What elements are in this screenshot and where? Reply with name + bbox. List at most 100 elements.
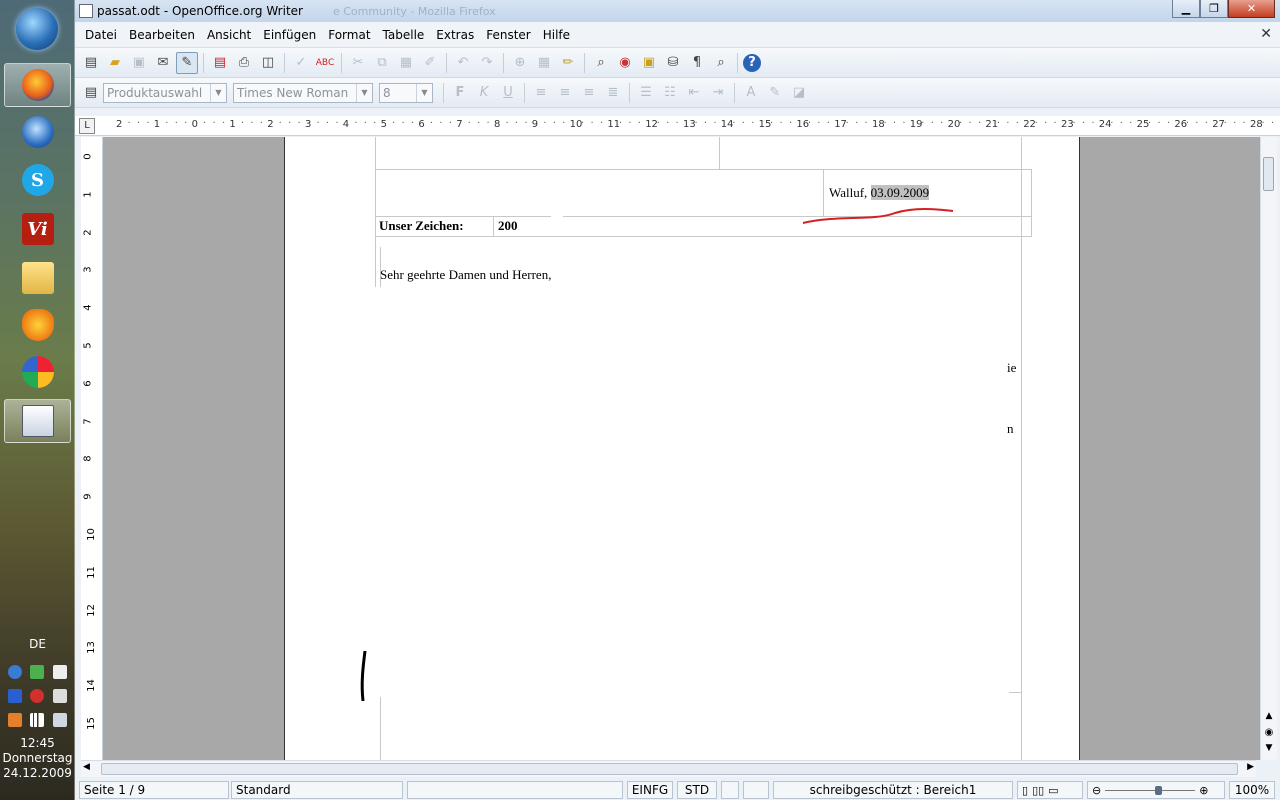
zoom-out-icon[interactable]: ⊖ [1092, 784, 1101, 797]
font-color-icon[interactable]: A [740, 82, 762, 104]
taskbar-skype[interactable]: S [4, 158, 71, 202]
language-indicator-status[interactable] [407, 781, 623, 799]
network-globe-icon[interactable] [8, 665, 23, 679]
minimize-button[interactable]: ▁ [1172, 0, 1200, 18]
network-error-icon[interactable] [52, 689, 67, 703]
menu-tabelle[interactable]: Tabelle [377, 28, 431, 42]
chevron-down-icon[interactable]: ▼ [356, 83, 372, 102]
table-icon[interactable]: ▦ [533, 52, 555, 74]
signature-indicator[interactable] [743, 781, 769, 799]
paragraph-style-combo[interactable]: Produktauswahl ▼ [103, 82, 227, 103]
gallery-icon[interactable]: ▣ [638, 52, 660, 74]
date-field[interactable]: 03.09.2009 [870, 185, 930, 200]
zoom-in-icon[interactable]: ⊕ [1199, 784, 1208, 797]
bluetooth-icon[interactable] [8, 689, 23, 703]
numbering-icon[interactable]: ☰ [635, 82, 657, 104]
formatting-marks-icon[interactable]: ¶ [686, 52, 708, 74]
bullets-icon[interactable]: ☷ [659, 82, 681, 104]
page-indicator[interactable]: Seite 1 / 9 [79, 781, 229, 799]
document-workspace[interactable]: Walluf, 03.09.2009 Unser Zeichen: 200 Se… [103, 137, 1260, 760]
copy-icon[interactable]: ⧉ [371, 52, 393, 74]
zoom-icon[interactable]: ⌕ [710, 52, 732, 74]
redo-icon[interactable]: ↷ [476, 52, 498, 74]
zoom-slider[interactable]: ⊖ ⊕ [1087, 781, 1225, 799]
close-button[interactable]: ✕ [1228, 0, 1275, 18]
email-icon[interactable]: ✉ [152, 52, 174, 74]
taskbar-writer[interactable] [4, 399, 71, 443]
zoom-slider-track[interactable] [1105, 785, 1196, 795]
navigation-circle-icon[interactable]: ◉ [1262, 727, 1276, 740]
title-bar[interactable]: passat.odt - OpenOffice.org Writer e Com… [75, 0, 1280, 22]
menu-einfuegen[interactable]: Einfügen [257, 28, 322, 42]
page-style-indicator[interactable]: Standard [231, 781, 403, 799]
menu-format[interactable]: Format [322, 28, 376, 42]
reference-value[interactable]: 200 [498, 218, 518, 234]
section-indicator[interactable]: schreibgeschützt : Bereich1 [773, 781, 1013, 799]
taskbar-vi[interactable]: Vi [4, 207, 71, 251]
zoom-percent[interactable]: 100% [1229, 781, 1275, 799]
save-icon[interactable]: ▣ [128, 52, 150, 74]
hyperlink-icon[interactable]: ⊕ [509, 52, 531, 74]
scroll-right-icon[interactable]: ▶ [1247, 762, 1254, 772]
tab-stop-selector[interactable]: L [79, 118, 95, 134]
cut-icon[interactable]: ✂ [347, 52, 369, 74]
font-name-combo[interactable]: Times New Roman ▼ [233, 82, 373, 103]
format-paintbrush-icon[interactable]: ✐ [419, 52, 441, 74]
language-indicator[interactable]: DE [0, 637, 75, 651]
increase-indent-icon[interactable]: ⇥ [707, 82, 729, 104]
new-document-icon[interactable]: ▤ [80, 52, 102, 74]
autospell-icon[interactable]: ABC [314, 52, 336, 74]
zoom-slider-thumb[interactable] [1155, 785, 1163, 795]
chevron-down-icon[interactable]: ▼ [210, 83, 226, 102]
antivirus-icon[interactable] [30, 689, 45, 703]
vertical-scrollbar[interactable]: ▲ ◉ ▼ [1260, 137, 1277, 760]
taskbar-firefox[interactable] [4, 63, 71, 107]
document-page[interactable]: Walluf, 03.09.2009 Unser Zeichen: 200 Se… [284, 137, 1080, 760]
signal-icon[interactable] [30, 713, 45, 727]
highlighting-icon[interactable]: ✎ [764, 82, 786, 104]
scroll-thumb[interactable] [101, 763, 1238, 775]
book-view-icon[interactable]: ▭ [1048, 784, 1058, 797]
font-size-combo[interactable]: 8 ▼ [379, 82, 433, 103]
horizontal-ruler[interactable]: L 2 · · · 1 · · · 0 · · · 1 · · · 2 · · · 3 · · · 4 · · · 5 · · · 6 · · · 7 ·… [75, 116, 1280, 136]
align-right-icon[interactable]: ≡ [578, 82, 600, 104]
align-left-icon[interactable]: ≡ [530, 82, 552, 104]
taskbar-explorer[interactable] [4, 256, 71, 300]
previous-page-icon[interactable]: ▲ [1262, 711, 1276, 724]
menu-ansicht[interactable]: Ansicht [201, 28, 257, 42]
device-icon[interactable] [52, 665, 67, 679]
help-icon[interactable]: ? [743, 53, 761, 72]
selection-mode-indicator[interactable]: STD [677, 781, 717, 799]
print-preview-icon[interactable]: ◫ [257, 52, 279, 74]
volume-icon[interactable] [52, 713, 67, 727]
print-icon[interactable]: ⎙ [233, 52, 255, 74]
undo-icon[interactable]: ↶ [452, 52, 474, 74]
align-center-icon[interactable]: ≡ [554, 82, 576, 104]
vertical-ruler[interactable]: 0 1 2 3 4 5 6 7 8 9 10 11 12 13 14 15 [81, 137, 103, 760]
insert-mode-indicator[interactable]: EINFG [627, 781, 673, 799]
spellcheck-icon[interactable]: ✓ [290, 52, 312, 74]
taskbar-thunderbird[interactable] [4, 110, 71, 154]
two-page-view-icon[interactable]: ▯▯ [1032, 784, 1044, 797]
single-page-view-icon[interactable]: ▯ [1022, 784, 1028, 797]
data-sources-icon[interactable]: ⛁ [662, 52, 684, 74]
italic-icon[interactable]: K [473, 82, 495, 104]
styles-formatting-icon[interactable]: ▤ [80, 82, 102, 104]
justify-icon[interactable]: ≣ [602, 82, 624, 104]
scroll-thumb[interactable] [1263, 157, 1274, 191]
menu-datei[interactable]: Datei [79, 28, 123, 42]
find-replace-icon[interactable]: ⌕ [590, 52, 612, 74]
menu-fenster[interactable]: Fenster [480, 28, 537, 42]
document-close-icon[interactable]: ✕ [1260, 26, 1272, 42]
edit-mode-icon[interactable]: ✎ [176, 51, 198, 74]
menu-bearbeiten[interactable]: Bearbeiten [123, 28, 201, 42]
mail-notify-icon[interactable] [30, 665, 45, 679]
background-color-icon[interactable]: ◪ [788, 82, 810, 104]
menu-extras[interactable]: Extras [430, 28, 480, 42]
taskbar-lotus[interactable] [4, 303, 71, 347]
bold-icon[interactable]: F [449, 82, 471, 104]
taskbar-picasa[interactable] [4, 350, 71, 394]
scroll-left-icon[interactable]: ◀ [83, 762, 90, 772]
navigator-icon[interactable]: ◉ [614, 52, 636, 74]
maximize-button[interactable]: ❐ [1200, 0, 1228, 18]
